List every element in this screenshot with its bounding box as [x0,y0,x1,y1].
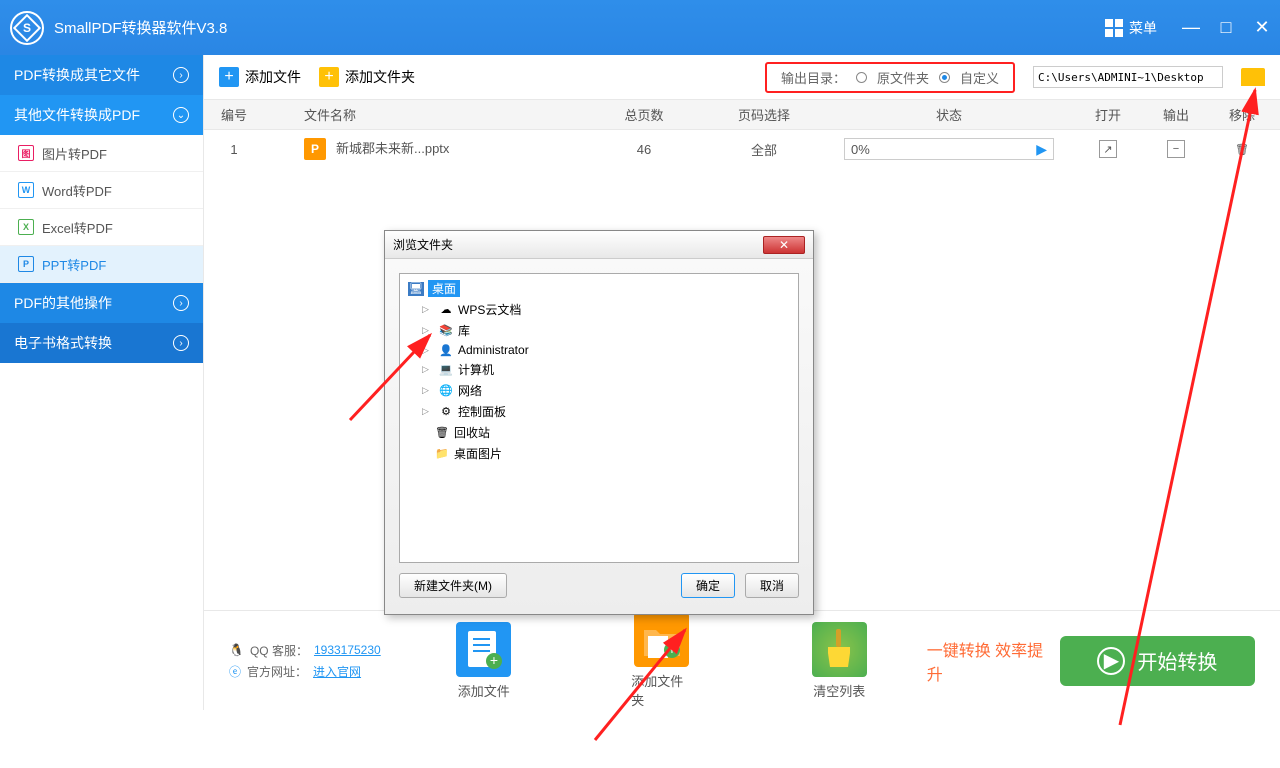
user-icon: 👤 [438,343,454,357]
dialog-close-button[interactable]: ✕ [763,236,805,254]
new-folder-button[interactable]: 新建文件夹(M) [399,573,507,598]
row-page-select[interactable]: 全部 [704,140,824,159]
excel-icon: X [18,219,34,235]
progress-bar[interactable]: 0%▶ [844,138,1054,160]
folder-icon: 📁 [434,447,450,461]
radio-source-folder[interactable] [856,72,867,83]
add-folder-icon: + [634,612,689,667]
image-icon: 图 [18,145,34,161]
category-pdf-to-other[interactable]: PDF转换成其它文件› [0,55,203,95]
dialog-title: 浏览文件夹 [393,236,453,253]
tree-wps-cloud[interactable]: WPS云文档 [458,301,521,318]
close-button[interactable]: ✕ [1254,17,1270,38]
category-other-to-pdf[interactable]: 其他文件转换成PDF⌄ [0,95,203,135]
output-directory-group: 输出目录： 原文件夹 自定义 [765,62,1015,93]
chevron-icon: › [173,335,189,351]
ie-icon: ⓔ [229,663,241,680]
output-button[interactable]: − [1167,140,1185,158]
radio-custom-folder[interactable] [939,72,950,83]
maximize-button[interactable]: □ [1218,17,1234,38]
tree-network[interactable]: 网络 [458,382,482,399]
table-header: 编号 文件名称 总页数 页码选择 状态 打开 输出 移除 [204,100,1280,130]
word-icon: W [18,182,34,198]
browse-folder-dialog: 浏览文件夹 ✕ 🖥桌面 ▷☁WPS云文档 ▷📚库 ▷👤Administrator… [384,230,814,615]
sub-image-to-pdf[interactable]: 图图片转PDF [0,135,203,172]
cancel-button[interactable]: 取消 [745,573,799,598]
plus-icon: + [219,67,239,87]
sub-word-to-pdf[interactable]: WWord转PDF [0,172,203,209]
menu-grid-icon [1105,19,1123,37]
delete-button[interactable]: 🗑 [1233,140,1251,158]
title-bar: S SmallPDF转换器软件V3.8 菜单 — □ ✕ [0,0,1280,55]
ppt-file-icon: P [304,138,326,160]
svg-text:+: + [667,641,675,657]
desktop-icon: 🖥 [408,282,424,296]
toolbar: +添加文件 +添加文件夹 输出目录： 原文件夹 自定义 [204,55,1280,100]
browse-folder-button[interactable] [1241,68,1265,86]
folder-tree[interactable]: 🖥桌面 ▷☁WPS云文档 ▷📚库 ▷👤Administrator ▷💻计算机 ▷… [399,273,799,563]
row-pages: 46 [584,142,704,157]
library-icon: 📚 [438,324,454,338]
output-label: 输出目录： [781,68,846,87]
start-convert-button[interactable]: ▶ 开始转换 [1060,636,1255,686]
svg-text:+: + [490,652,498,668]
promo-text: 一键转换 效率提升 [927,637,1050,685]
tree-library[interactable]: 库 [458,322,470,339]
open-button[interactable]: ↗ [1099,140,1117,158]
plus-folder-icon: + [319,67,339,87]
tree-control-panel[interactable]: 控制面板 [458,403,506,420]
website-link[interactable]: 进入官网 [313,663,361,680]
add-file-button[interactable]: +添加文件 [219,67,301,87]
tree-administrator[interactable]: Administrator [458,343,529,357]
chevron-down-icon: ⌄ [173,107,189,123]
ppt-icon: P [18,256,34,272]
app-logo-icon: S [10,11,44,45]
tree-recycle-bin[interactable]: 回收站 [454,424,490,441]
menu-label: 菜单 [1129,18,1157,38]
sidebar: PDF转换成其它文件› 其他文件转换成PDF⌄ 图图片转PDF WWord转PD… [0,55,204,710]
category-ebook-convert[interactable]: 电子书格式转换› [0,323,203,363]
sub-excel-to-pdf[interactable]: XExcel转PDF [0,209,203,246]
sub-ppt-to-pdf[interactable]: PPPT转PDF [0,246,203,283]
app-title: SmallPDF转换器软件V3.8 [54,17,1105,38]
category-pdf-other-ops[interactable]: PDF的其他操作› [0,283,203,323]
ok-button[interactable]: 确定 [681,573,735,598]
tree-computer[interactable]: 计算机 [458,361,494,378]
row-filename: P新城郡未来新...pptx [264,138,584,161]
tree-desktop[interactable]: 桌面 [428,280,460,297]
control-panel-icon: ⚙ [438,405,454,419]
footer: 🐧QQ 客服：1933175230 ⓔ官方网址：进入官网 + 添加文件 + 添加… [204,610,1280,710]
cloud-icon: ☁ [438,303,454,317]
big-add-folder-button[interactable]: + 添加文件夹 [631,612,691,709]
qq-icon: 🐧 [229,643,244,657]
menu-button[interactable]: 菜单 [1105,18,1157,38]
play-icon: ▶ [1036,141,1047,158]
add-folder-button[interactable]: +添加文件夹 [319,67,415,87]
table-row[interactable]: 1 P新城郡未来新...pptx 46 全部 0%▶ ↗ − 🗑 [204,130,1280,168]
tree-desktop-images[interactable]: 桌面图片 [454,445,502,462]
recycle-icon: 🗑 [434,426,450,440]
chevron-icon: › [173,67,189,83]
output-path-input[interactable] [1033,66,1223,88]
computer-icon: 💻 [438,363,454,377]
big-clear-button[interactable]: 清空列表 [812,622,867,700]
network-icon: 🌐 [438,384,454,398]
play-circle-icon: ▶ [1097,647,1125,675]
qq-link[interactable]: 1933175230 [314,643,381,657]
clear-icon [812,622,867,677]
chevron-icon: › [173,295,189,311]
row-number: 1 [204,142,264,157]
minimize-button[interactable]: — [1182,17,1198,38]
add-file-icon: + [456,622,511,677]
big-add-file-button[interactable]: + 添加文件 [456,622,511,700]
